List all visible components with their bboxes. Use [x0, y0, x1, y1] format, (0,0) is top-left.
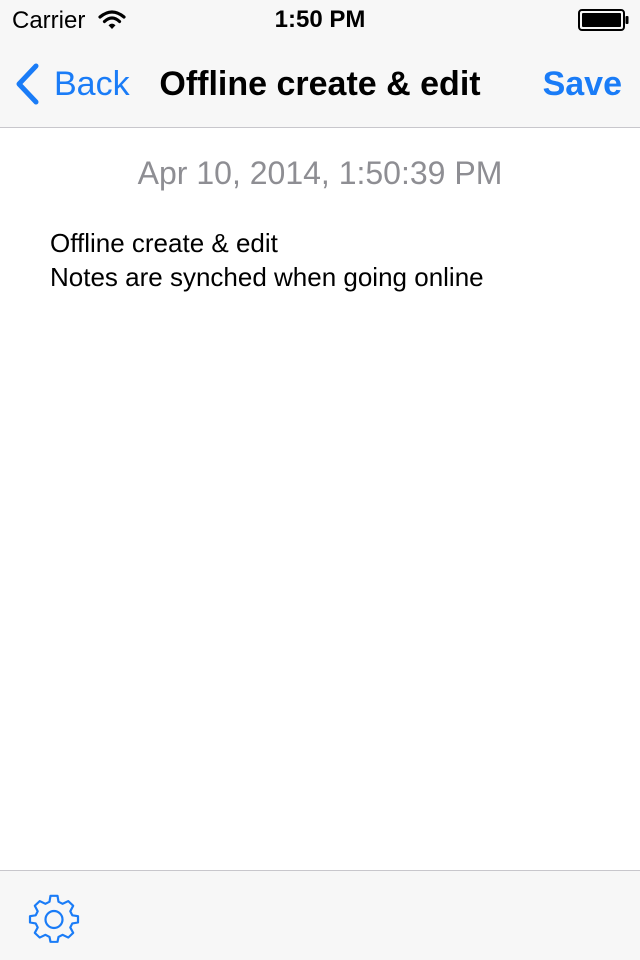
- battery-icon: [578, 9, 629, 31]
- note-date: Apr 10, 2014, 1:50:39 PM: [137, 155, 503, 191]
- note-line: Offline create & edit: [50, 228, 278, 258]
- gear-icon[interactable]: [28, 893, 80, 945]
- navigation-bar: Back Offline create & edit Save: [0, 40, 640, 128]
- note-content: Apr 10, 2014, 1:50:39 PM Offline create …: [0, 128, 640, 870]
- bottom-toolbar: [0, 870, 640, 960]
- status-time: 1:50 PM: [274, 6, 366, 33]
- status-bar: Carrier 1:50 PM: [0, 0, 640, 40]
- save-button[interactable]: Save: [543, 64, 622, 104]
- note-line: Notes are synched when going online: [50, 262, 484, 292]
- note-text-area[interactable]: Offline create & edit Notes are synched …: [50, 226, 610, 294]
- note-editor-screen: Carrier 1:50 PM Back Offline create & ed…: [0, 0, 640, 960]
